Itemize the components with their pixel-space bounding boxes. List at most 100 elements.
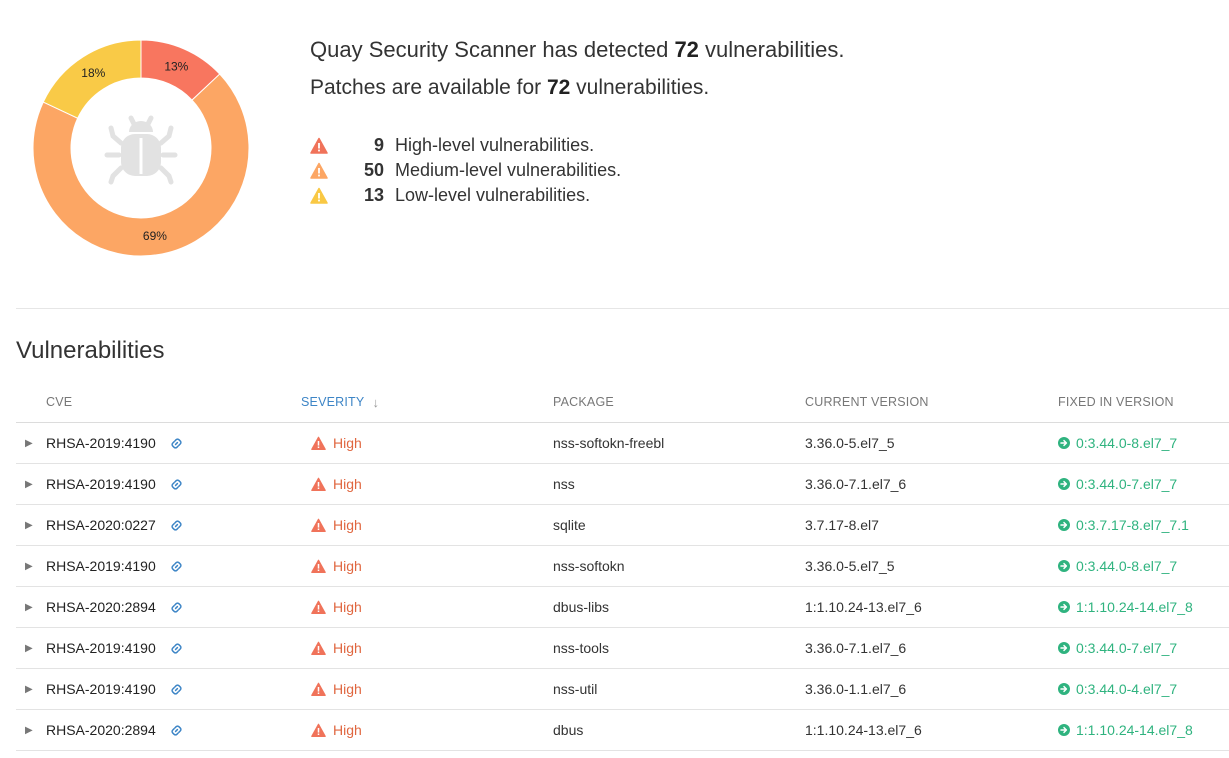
donut-slice-label: 13% <box>164 59 188 73</box>
package-name: sqlite <box>553 517 586 533</box>
table-row[interactable]: ▶ RHSA-2019:4190 High nss-softokn-freebl… <box>16 423 1229 464</box>
sort-descending-icon: ↓ <box>372 394 380 410</box>
warning-triangle-icon <box>310 187 328 204</box>
severity-count: 13 <box>363 185 384 205</box>
expand-caret-icon[interactable]: ▶ <box>16 684 46 695</box>
severity-row-high: 9 High-level vulnerabilities. <box>310 133 621 158</box>
expand-caret-icon[interactable]: ▶ <box>16 561 46 572</box>
header-cve[interactable]: CVE <box>46 395 301 409</box>
patches-count: 72 <box>546 76 571 99</box>
header-severity[interactable]: SEVERITY ↓ <box>301 395 553 410</box>
cve-id: RHSA-2020:0227 <box>46 517 156 533</box>
current-version: 3.36.0-7.1.el7_6 <box>805 640 907 656</box>
arrow-circle-right-icon <box>1058 601 1070 613</box>
severity-value: High <box>333 476 362 492</box>
link-icon[interactable] <box>170 642 183 655</box>
table-row[interactable]: ▶ RHSA-2019:4190 High nss-softokn 3.36.0… <box>16 546 1229 587</box>
severity-cell: High <box>301 476 553 492</box>
warning-triangle-icon <box>311 723 326 737</box>
link-icon[interactable] <box>170 601 183 614</box>
link-icon[interactable] <box>170 437 183 450</box>
fixed-version: 1:1.10.24-14.el7_8 <box>1076 722 1193 738</box>
link-icon[interactable] <box>170 724 183 737</box>
warning-triangle-icon <box>311 477 326 491</box>
cve-id: RHSA-2019:4190 <box>46 435 156 451</box>
severity-cell: High <box>301 558 553 574</box>
fixed-version-cell: 1:1.10.24-14.el7_8 <box>1058 599 1229 615</box>
patches-summary: Patches are available for 72 vulnerabili… <box>310 72 844 104</box>
donut-slice-label: 18% <box>81 66 105 80</box>
severity-row-medium: 50 Medium-level vulnerabilities. <box>310 158 621 183</box>
header-current-version[interactable]: CURRENT VERSION <box>805 395 1058 409</box>
fixed-version-cell: 0:3.7.17-8.el7_7.1 <box>1058 517 1229 533</box>
severity-value: High <box>333 517 362 533</box>
link-icon[interactable] <box>170 683 183 696</box>
cve-id: RHSA-2020:2894 <box>46 599 156 615</box>
arrow-circle-right-icon <box>1058 642 1070 654</box>
expand-caret-icon[interactable]: ▶ <box>16 479 46 490</box>
severity-cell: High <box>301 681 553 697</box>
section-divider <box>16 308 1229 309</box>
warning-triangle-icon <box>311 436 326 450</box>
fixed-version: 0:3.7.17-8.el7_7.1 <box>1076 517 1189 533</box>
severity-breakdown-list: 9 High-level vulnerabilities. 50 Medium-… <box>310 133 621 208</box>
severity-value: High <box>333 599 362 615</box>
current-version: 3.36.0-7.1.el7_6 <box>805 476 907 492</box>
fixed-version: 0:3.44.0-4.el7_7 <box>1076 681 1178 697</box>
severity-label: High-level vulnerabilities. <box>395 135 595 155</box>
expand-caret-icon[interactable]: ▶ <box>16 520 46 531</box>
arrow-circle-right-icon <box>1058 560 1070 572</box>
severity-value: High <box>333 640 362 656</box>
severity-count: 9 <box>373 135 384 155</box>
cve-id: RHSA-2019:4190 <box>46 558 156 574</box>
table-row[interactable]: ▶ RHSA-2019:4190 High nss-util 3.36.0-1.… <box>16 669 1229 710</box>
severity-cell: High <box>301 640 553 656</box>
arrow-circle-right-icon <box>1058 478 1070 490</box>
package-name: nss-softokn <box>553 558 625 574</box>
severity-cell: High <box>301 722 553 738</box>
link-icon[interactable] <box>170 560 183 573</box>
table-row[interactable]: ▶ RHSA-2020:2894 High dbus 1:1.10.24-13.… <box>16 710 1229 751</box>
warning-triangle-icon <box>311 559 326 573</box>
severity-value: High <box>333 435 362 451</box>
link-icon[interactable] <box>170 478 183 491</box>
package-name: nss-tools <box>553 640 610 656</box>
fixed-version: 0:3.44.0-8.el7_7 <box>1076 558 1178 574</box>
donut-slice-label: 69% <box>143 229 167 243</box>
scan-summary: Quay Security Scanner has detected 72 vu… <box>310 34 844 104</box>
severity-cell: High <box>301 599 553 615</box>
fixed-version-cell: 0:3.44.0-7.el7_7 <box>1058 476 1229 492</box>
detected-summary: Quay Security Scanner has detected 72 vu… <box>310 34 844 66</box>
expand-caret-icon[interactable]: ▶ <box>16 602 46 613</box>
expand-caret-icon[interactable]: ▶ <box>16 643 46 654</box>
fixed-version-cell: 0:3.44.0-4.el7_7 <box>1058 681 1229 697</box>
warning-triangle-icon <box>310 162 328 179</box>
vulnerabilities-heading: Vulnerabilities <box>16 337 165 364</box>
table-row[interactable]: ▶ RHSA-2019:4190 High nss-tools 3.36.0-7… <box>16 628 1229 669</box>
warning-triangle-icon <box>311 682 326 696</box>
fixed-version: 0:3.44.0-7.el7_7 <box>1076 640 1178 656</box>
table-row[interactable]: ▶ RHSA-2020:2894 High dbus-libs 1:1.10.2… <box>16 587 1229 628</box>
severity-value: High <box>333 722 362 738</box>
severity-cell: High <box>301 435 553 451</box>
link-icon[interactable] <box>170 519 183 532</box>
current-version: 1:1.10.24-13.el7_6 <box>805 722 922 738</box>
vulnerabilities-table: CVE SEVERITY ↓ PACKAGE CURRENT VERSION FI… <box>16 382 1229 751</box>
package-name: nss-softokn-freebl <box>553 435 665 451</box>
table-row[interactable]: ▶ RHSA-2019:4190 High nss 3.36.0-7.1.el7… <box>16 464 1229 505</box>
severity-label: Medium-level vulnerabilities. <box>395 160 622 180</box>
patches-suffix: vulnerabilities. <box>570 76 710 99</box>
current-version: 3.36.0-5.el7_5 <box>805 558 895 574</box>
expand-caret-icon[interactable]: ▶ <box>16 725 46 736</box>
current-version: 3.36.0-5.el7_5 <box>805 435 895 451</box>
severity-cell: High <box>301 517 553 533</box>
cve-id: RHSA-2019:4190 <box>46 681 156 697</box>
donut-svg: 13% 69% 18% <box>33 40 249 256</box>
expand-caret-icon[interactable]: ▶ <box>16 438 46 449</box>
package-name: nss-util <box>553 681 598 697</box>
header-package[interactable]: PACKAGE <box>553 395 805 409</box>
table-row[interactable]: ▶ RHSA-2020:0227 High sqlite 3.7.17-8.el… <box>16 505 1229 546</box>
severity-row-low: 13 Low-level vulnerabilities. <box>310 183 621 208</box>
cve-cell: RHSA-2019:4190 <box>46 681 301 697</box>
header-fixed-in-version[interactable]: FIXED IN VERSION <box>1058 395 1229 409</box>
